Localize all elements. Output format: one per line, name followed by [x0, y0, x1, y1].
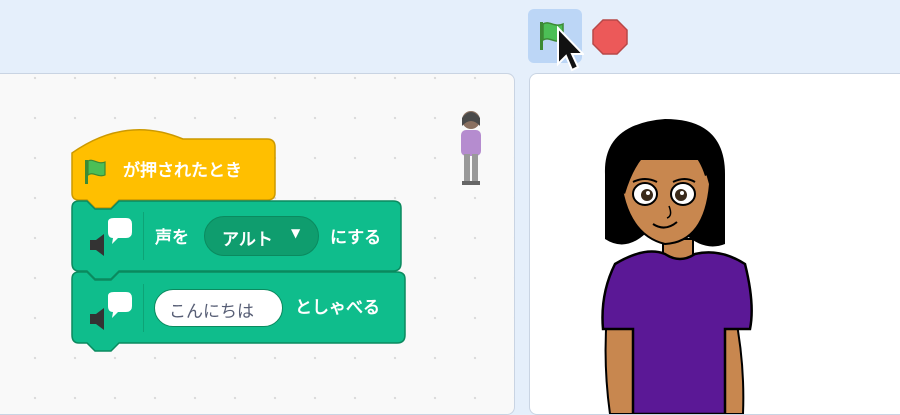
block-divider: [143, 212, 144, 260]
stage[interactable]: [529, 73, 900, 415]
mouse-cursor-icon: [557, 26, 584, 72]
text2speech-icon: [90, 292, 132, 330]
set-voice-suffix: にする: [330, 228, 382, 248]
sprite-thumbnail[interactable]: [455, 106, 487, 190]
sprite-character[interactable]: [585, 114, 785, 414]
hat-flag-icon: [85, 159, 106, 184]
set-voice-prefix: 声を: [155, 228, 189, 248]
hat-block-label: が押されたとき: [123, 161, 242, 181]
speak-text-value: こんにちは: [169, 302, 254, 322]
speak-text-input[interactable]: こんにちは: [154, 289, 283, 327]
chevron-down-icon: ▼: [291, 226, 301, 240]
voice-dropdown[interactable]: アルト ▼: [204, 216, 319, 256]
stage-header: [0, 0, 900, 74]
text2speech-icon: [90, 218, 132, 256]
stop-icon: [592, 19, 628, 55]
block-divider: [143, 284, 144, 332]
stop-button[interactable]: [592, 19, 628, 55]
speak-suffix: としゃべる: [295, 298, 380, 318]
voice-dropdown-value: アルト: [222, 230, 273, 250]
